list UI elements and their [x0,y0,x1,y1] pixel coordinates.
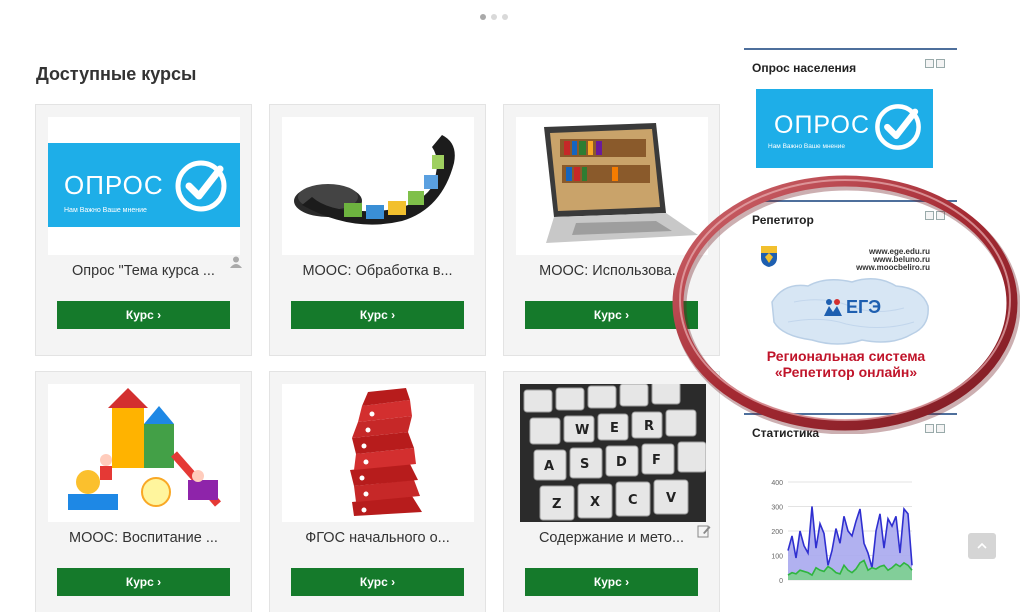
sidebar-stats-title: Статистика [752,426,820,440]
binders-illustration [282,384,474,522]
svg-text:F: F [652,453,661,468]
dock-icon[interactable] [936,59,945,68]
sidebar-tutor-block: Репетитор [744,200,957,230]
svg-text:D: D [616,455,627,470]
svg-text:E: E [610,421,619,436]
svg-text:A: A [544,459,554,474]
course-button[interactable]: Курс › [57,568,230,596]
stats-chart: 0 100 200 300 400 [771,480,913,585]
course-button[interactable]: Курс › [291,568,464,596]
svg-text:R: R [644,419,654,434]
course-button[interactable]: Курс › [57,301,230,329]
svg-text:C: C [628,493,638,508]
y-tick-label: 0 [779,578,783,585]
course-title[interactable]: МООС: Использова... [504,263,719,279]
checkmark-icon [875,104,921,150]
opros-word: ОПРОС [774,111,871,139]
tutor-urls: www.ege.edu.ru www.beluno.ru www.moocbel… [800,248,930,272]
dock-icon[interactable] [936,211,945,220]
ege-emblem-icon [824,299,842,316]
ege-logo: ЕГЭ [822,296,881,318]
svg-text:X: X [590,495,600,510]
course-button[interactable]: Курс › [525,568,698,596]
y-tick-label: 300 [771,505,783,512]
course-title[interactable]: ФГОС начального о... [270,530,485,546]
user-icon [230,256,242,268]
playground-illustration [48,384,240,522]
y-tick-label: 100 [771,554,783,561]
course-title[interactable]: МООС: Обработка в... [270,263,485,279]
course-card-2[interactable]: МООС: Обработка в... Курс › [269,104,486,356]
carousel-dot-2[interactable] [491,14,497,20]
sidebar-stats-block: Статистика [744,413,957,443]
course-thumbnail[interactable] [282,117,474,255]
opros-word: ОПРОС [64,170,164,200]
sidebar-opros-banner[interactable]: ОПРОС Нам Важно Ваше мнение [756,89,933,168]
course-button[interactable]: Курс › [525,301,698,329]
sidebar-survey-title: Опрос населения [752,61,857,75]
course-thumbnail[interactable] [282,384,474,522]
sidebar-survey-block: Опрос населения [744,48,957,78]
chevron-up-icon [977,542,987,549]
course-thumbnail[interactable] [516,117,708,255]
course-thumbnail[interactable] [48,384,240,522]
y-tick-label: 400 [771,480,783,487]
svg-text:W: W [575,423,589,438]
collapse-icon[interactable] [925,424,934,433]
course-button[interactable]: Курс › [291,301,464,329]
keyboard-illustration: W E R A S D F Z X C V [520,384,706,522]
tutor-url-3[interactable]: www.moocbeliro.ru [800,264,930,272]
sidebar-stats-header: Статистика [744,413,957,443]
laptop-books-illustration [516,117,708,255]
tutor-caption[interactable]: Региональная система «Репетитор онлайн» [756,348,936,380]
scroll-top-button[interactable] [968,533,996,559]
course-card-3[interactable]: МООС: Использова... Курс › [503,104,720,356]
svg-text:V: V [666,491,676,506]
svg-text:S: S [580,457,589,472]
sidebar-tutor-title: Репетитор [752,213,814,227]
film-reel-illustration [282,117,474,255]
dock-icon[interactable] [936,424,945,433]
course-title[interactable]: Опрос "Тема курса ... [36,263,251,279]
course-thumbnail[interactable]: W E R A S D F Z X C V [520,384,706,522]
opros-banner: ОПРОС Нам Важно Ваше мнение [48,143,240,227]
course-card-1[interactable]: ОПРОС Нам Важно Ваше мнение Опрос "Тема … [35,104,252,356]
section-title: Доступные курсы [36,64,197,84]
course-title[interactable]: МООС: Воспитание ... [36,530,251,546]
course-card-6[interactable]: W E R A S D F Z X C V Содержание и мето... Курс … [503,371,720,612]
coat-of-arms-icon [761,246,777,267]
opros-subtitle: Нам Важно Ваше мнение [768,143,845,150]
opros-subtitle: Нам Важно Ваше мнение [64,207,147,214]
course-card-5[interactable]: ФГОС начального о... Курс › [269,371,486,612]
checkmark-icon [175,160,227,212]
carousel-dot-3[interactable] [502,14,508,20]
collapse-icon[interactable] [925,59,934,68]
carousel-dots [480,14,508,20]
tutor-caption-line-1: Региональная система [766,348,926,364]
sidebar-tutor-header: Репетитор [744,200,957,230]
collapse-icon[interactable] [925,211,934,220]
ege-label: ЕГЭ [846,296,882,317]
course-title[interactable]: Содержание и мето... [504,530,719,546]
course-thumbnail[interactable]: ОПРОС Нам Важно Ваше мнение [48,117,240,255]
tutor-caption-line-2: «Репетитор онлайн» [774,364,918,380]
svg-text:Z: Z [552,497,561,512]
carousel-dot-1[interactable] [480,14,486,20]
y-tick-label: 200 [771,529,783,536]
course-card-4[interactable]: МООС: Воспитание ... Курс › [35,371,252,612]
sidebar-survey-header: Опрос населения [744,48,957,78]
